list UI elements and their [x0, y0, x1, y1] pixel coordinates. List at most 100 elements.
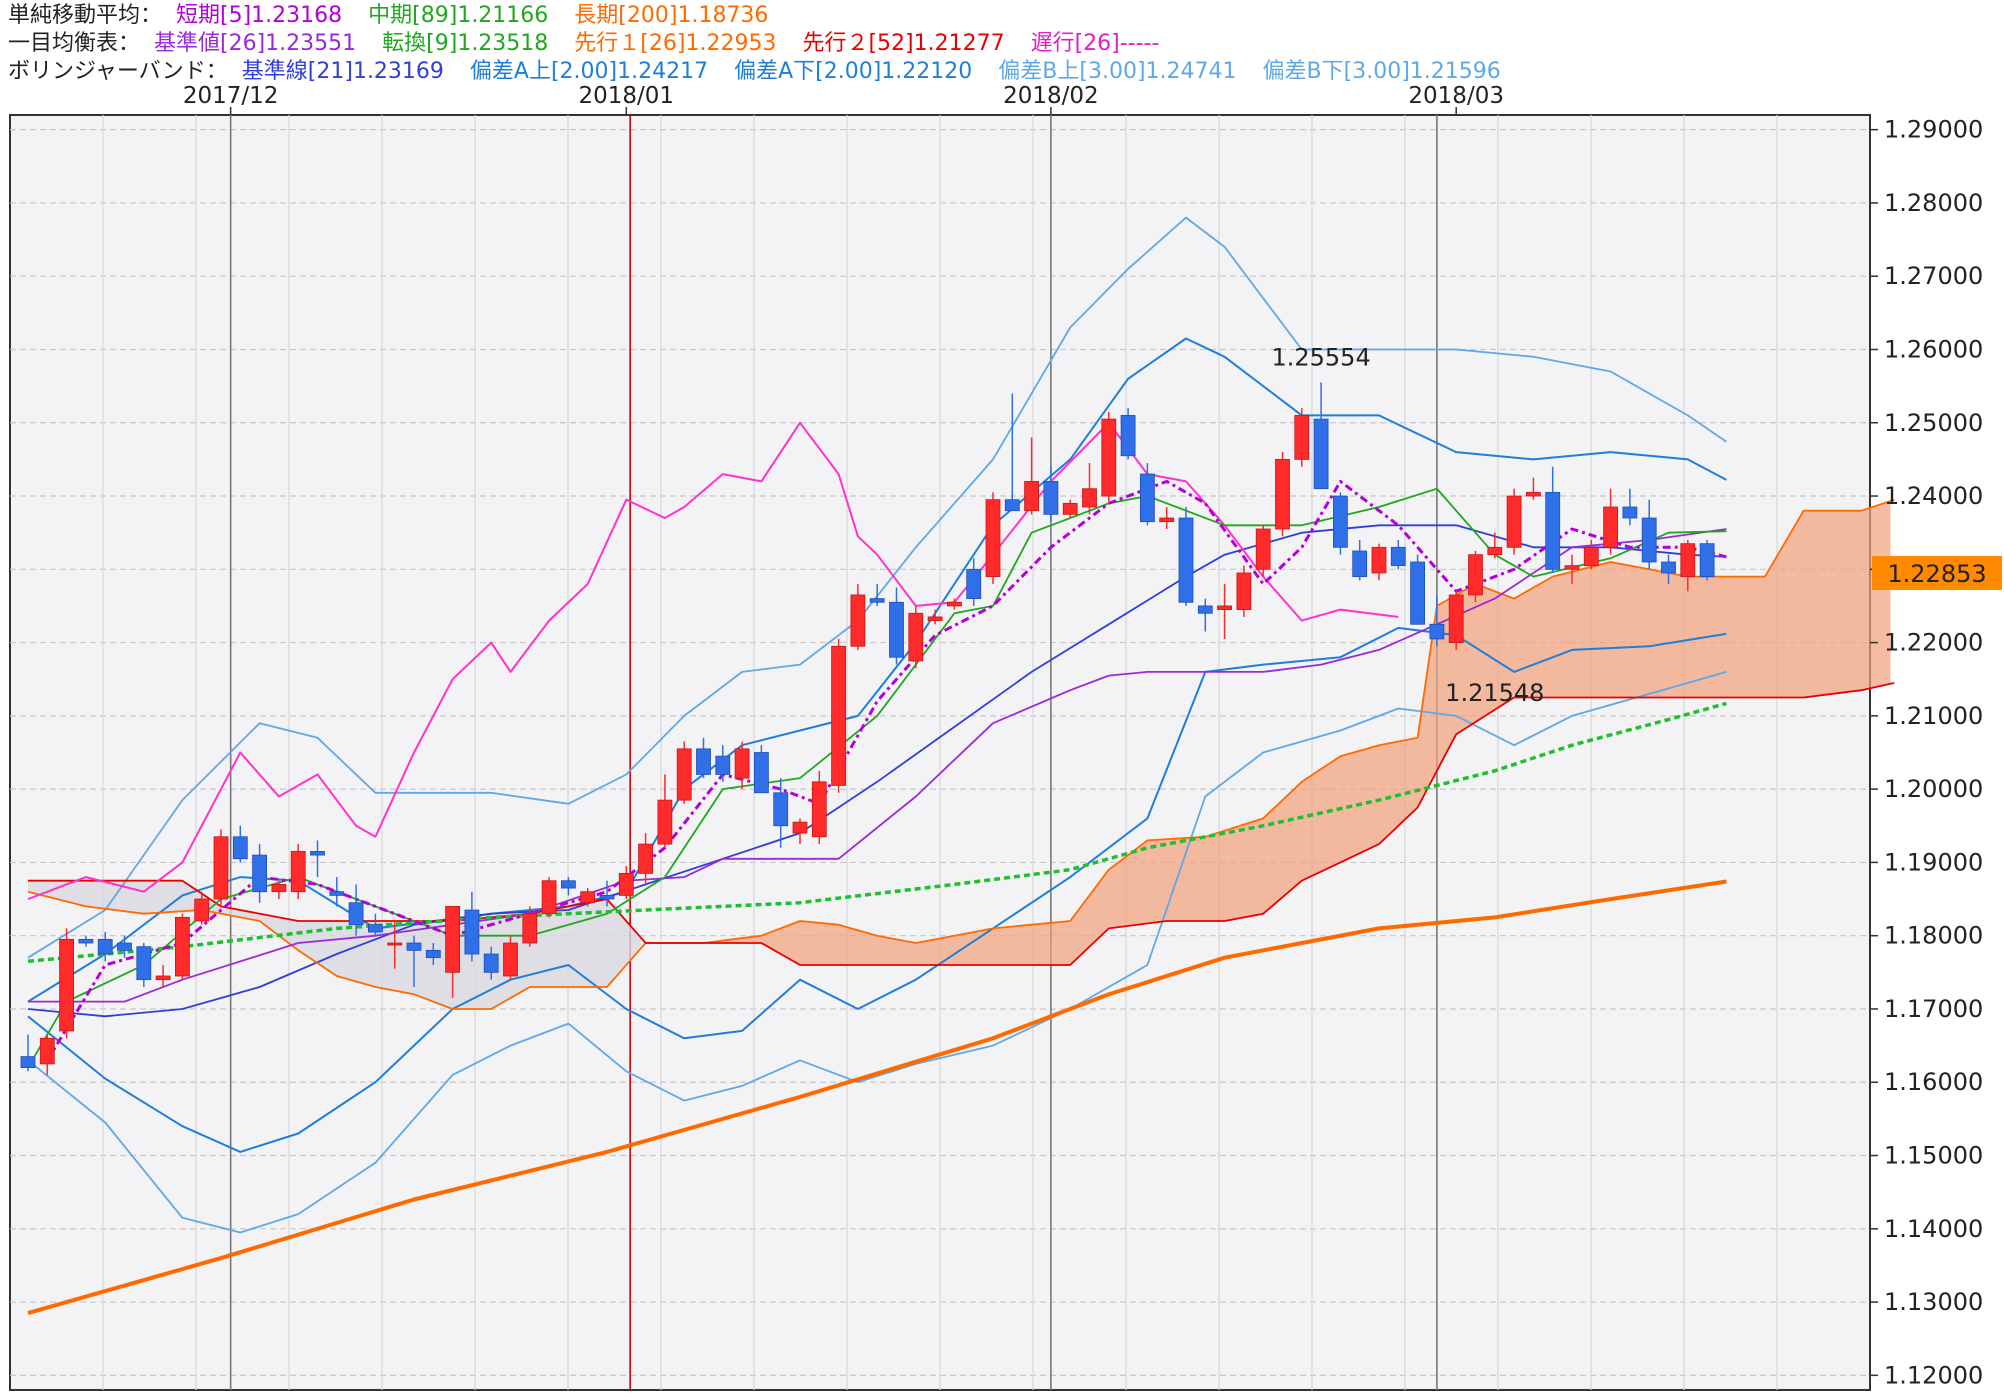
candle-body-down — [696, 748, 711, 775]
candle-body-up — [734, 748, 750, 779]
candle-body-down — [1390, 546, 1406, 567]
candle[interactable] — [985, 492, 1001, 584]
price-tick-label: 1.29000 — [1884, 116, 1983, 144]
candle-body-up — [1564, 565, 1580, 570]
candle[interactable] — [1255, 525, 1271, 577]
candle[interactable] — [1333, 492, 1348, 555]
candle[interactable] — [59, 928, 74, 1039]
candle-body-up — [541, 880, 557, 915]
candle-body-down — [715, 755, 731, 775]
month-label: 2018/03 — [1408, 83, 1504, 109]
candle-body-down — [310, 851, 325, 856]
candle-body-up — [503, 942, 518, 977]
candle[interactable] — [1275, 452, 1290, 537]
candle-body-down — [232, 836, 248, 860]
price-tick-label: 1.20000 — [1884, 775, 1983, 803]
candle-body-up — [908, 612, 924, 662]
price-annotation: 1.21548 — [1445, 679, 1544, 707]
candle-body-up — [1371, 546, 1387, 574]
price-tick-label: 1.12000 — [1884, 1361, 1983, 1389]
candle[interactable] — [541, 877, 557, 918]
candle-body-down — [889, 601, 904, 658]
candle-body-up — [1159, 517, 1175, 523]
candle-body-down — [1333, 495, 1348, 548]
candle[interactable] — [1101, 411, 1117, 504]
candle-body-up — [831, 645, 846, 786]
candle[interactable] — [1448, 591, 1464, 650]
candle-body-up — [792, 821, 808, 834]
candle-body-down — [406, 942, 422, 951]
candle[interactable] — [754, 745, 769, 794]
candle-body-down — [1313, 418, 1329, 490]
candle-body-down — [1197, 605, 1213, 614]
candle-body-down — [773, 792, 789, 827]
price-tick-label: 1.22000 — [1884, 629, 1983, 657]
candle[interactable] — [908, 605, 924, 669]
current-price-label: 1.22853 — [1887, 560, 1986, 588]
candle-body-down — [561, 880, 576, 889]
candle-body-down — [367, 924, 383, 933]
candle-body-down — [1429, 623, 1445, 640]
candle-body-up — [194, 898, 210, 922]
candle[interactable] — [1294, 408, 1310, 467]
candle-body-up — [927, 616, 943, 622]
candle[interactable] — [831, 638, 846, 793]
month-label: 2017/12 — [183, 83, 279, 109]
candle[interactable] — [290, 844, 306, 900]
price-tick-label: 1.15000 — [1884, 1142, 1983, 1170]
candle[interactable] — [1178, 507, 1194, 606]
candle-body-up — [676, 748, 692, 801]
price-tick-label: 1.28000 — [1884, 189, 1983, 217]
candle-body-down — [97, 938, 113, 955]
price-tick-label: 1.21000 — [1884, 702, 1983, 730]
candle-body-up — [638, 843, 653, 874]
candle[interactable] — [1410, 554, 1425, 625]
candle[interactable] — [1506, 488, 1522, 555]
candle-body-down — [1352, 550, 1368, 578]
candlestick-chart[interactable]: 1.29000 1.28000 1.27000 1.26000 1.25000 1.240… — [0, 0, 2004, 1400]
candle[interactable] — [1236, 565, 1252, 617]
candle-body-up — [1468, 554, 1483, 596]
candle[interactable] — [1699, 540, 1715, 581]
price-tick-label: 1.17000 — [1884, 995, 1983, 1023]
candle-body-up — [947, 601, 962, 607]
candle-body-up — [580, 891, 596, 904]
month-label: 2018/01 — [579, 83, 675, 109]
candle-body-down — [348, 902, 364, 926]
candle-body-up — [59, 938, 74, 1032]
candle-body-down — [483, 953, 499, 973]
candle-body-up — [985, 499, 1001, 578]
candle-body-up — [1294, 415, 1310, 460]
candle-body-up — [1062, 502, 1078, 515]
candle-body-down — [1004, 499, 1020, 512]
candle-body-up — [1082, 488, 1097, 508]
candle-body-up — [1526, 491, 1541, 497]
candle[interactable] — [174, 913, 190, 980]
candle-body-up — [387, 942, 403, 946]
candle-body-up — [155, 975, 171, 981]
candle[interactable] — [811, 770, 827, 845]
candle-body-up — [522, 913, 538, 944]
candle-body-down — [1410, 561, 1425, 625]
candle[interactable] — [213, 829, 229, 907]
candle-body-up — [811, 781, 827, 838]
price-tick-label: 1.26000 — [1884, 335, 1983, 363]
candle-body-down — [1641, 517, 1657, 563]
candle-body-down — [1120, 415, 1136, 457]
price-tick-label: 1.16000 — [1884, 1068, 1983, 1096]
candle[interactable] — [1468, 550, 1483, 603]
candle-body-up — [445, 905, 461, 973]
candle-body-up — [1101, 418, 1117, 497]
price-tick-label: 1.19000 — [1884, 848, 1983, 876]
price-tick-label: 1.25000 — [1884, 409, 1983, 437]
candle-body-up — [213, 836, 229, 900]
candle[interactable] — [1120, 408, 1136, 460]
candle-body-down — [1699, 543, 1715, 578]
candle[interactable] — [676, 741, 692, 804]
price-axis: 1.29000 1.28000 1.27000 1.26000 1.25000 1.240… — [1870, 116, 1983, 1389]
candle-body-up — [1217, 605, 1232, 611]
candle-body-up — [618, 873, 634, 896]
candle-body-down — [20, 1056, 36, 1068]
candle-body-down — [1622, 506, 1638, 519]
candle-body-up — [39, 1037, 55, 1065]
